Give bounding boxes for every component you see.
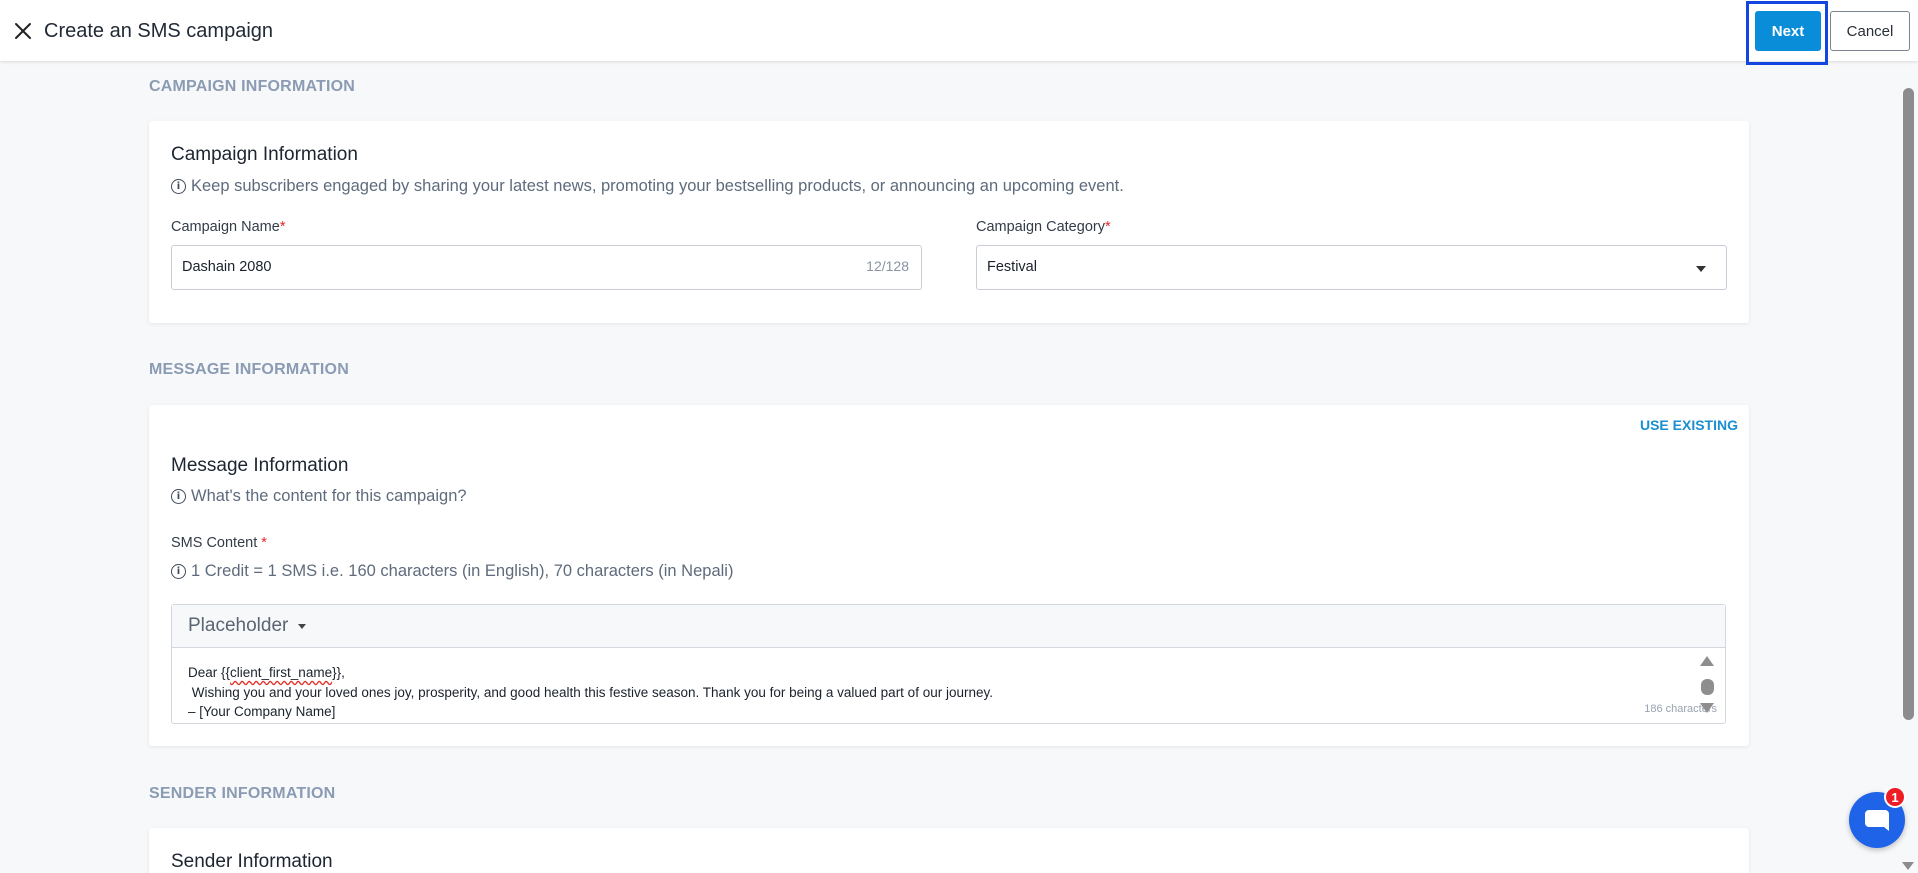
placeholder-dropdown-label: Placeholder bbox=[188, 615, 289, 636]
sms-line-2: Wishing you and your loved ones joy, pro… bbox=[188, 684, 993, 700]
campaign-name-counter: 12/128 bbox=[866, 258, 909, 274]
top-bar: Create an SMS campaign Next Cancel bbox=[0, 0, 1918, 65]
info-icon: i bbox=[171, 489, 186, 504]
message-info-card: USE EXISTING Message Information i What'… bbox=[149, 405, 1749, 746]
card-title: Message Information bbox=[171, 455, 349, 476]
cancel-button[interactable]: Cancel bbox=[1830, 11, 1910, 51]
credit-note: i 1 Credit = 1 SMS i.e. 160 characters (… bbox=[171, 562, 733, 581]
campaign-name-value: Dashain 2080 bbox=[182, 259, 272, 275]
scroll-down-icon[interactable] bbox=[1902, 862, 1914, 870]
campaign-name-input[interactable]: Dashain 2080 12/128 bbox=[171, 245, 922, 290]
sms-content-label: SMS Content * bbox=[171, 535, 267, 551]
required-mark: * bbox=[1104, 219, 1111, 235]
sms-scrollbar-thumb[interactable] bbox=[1701, 679, 1714, 695]
sms-content-textarea[interactable]: Dear {{client_first_name}}, Wishing you … bbox=[188, 663, 1688, 722]
sms-line-1-prefix: Dear {{ bbox=[188, 665, 231, 680]
card-title: Campaign Information bbox=[171, 144, 358, 165]
required-mark: * bbox=[261, 535, 267, 551]
page-scrollbar-thumb[interactable] bbox=[1903, 88, 1914, 720]
info-icon: i bbox=[171, 179, 186, 194]
page-title: Create an SMS campaign bbox=[44, 20, 274, 42]
next-button[interactable]: Next bbox=[1755, 11, 1821, 51]
use-existing-link[interactable]: USE EXISTING bbox=[1640, 417, 1738, 433]
section-label-campaign: CAMPAIGN INFORMATION bbox=[149, 78, 356, 95]
campaign-name-label: Campaign Name* bbox=[171, 219, 285, 235]
card-subtitle: i What's the content for this campaign? bbox=[171, 487, 467, 506]
info-icon: i bbox=[171, 564, 186, 579]
section-label-sender: SENDER INFORMATION bbox=[149, 785, 336, 802]
caret-down-icon bbox=[298, 623, 307, 629]
required-mark: * bbox=[279, 219, 286, 235]
card-subtitle-text: What's the content for this campaign? bbox=[191, 487, 467, 505]
section-label-message: MESSAGE INFORMATION bbox=[149, 361, 349, 378]
sender-info-card: Sender Information bbox=[149, 828, 1749, 873]
notification-badge: 1 bbox=[1884, 786, 1906, 808]
sms-content-label-text: SMS Content bbox=[171, 535, 258, 551]
scroll-up-icon[interactable] bbox=[1700, 656, 1714, 666]
close-icon[interactable] bbox=[10, 18, 36, 44]
chat-icon bbox=[1865, 810, 1889, 831]
sms-line-1-suffix: }}, bbox=[332, 665, 345, 680]
card-subtitle-text: Keep subscribers engaged by sharing your… bbox=[191, 177, 1124, 195]
campaign-category-label: Campaign Category* bbox=[976, 219, 1111, 235]
campaign-name-label-text: Campaign Name bbox=[171, 219, 280, 235]
caret-down-icon bbox=[1696, 266, 1706, 272]
card-title: Sender Information bbox=[171, 851, 333, 872]
card-subtitle: i Keep subscribers engaged by sharing yo… bbox=[171, 177, 1124, 196]
sms-placeholder-token: client_first_name bbox=[230, 665, 333, 680]
placeholder-dropdown[interactable]: Placeholder bbox=[188, 615, 307, 637]
scroll-down-icon[interactable] bbox=[1700, 703, 1714, 713]
sms-line-1: Dear {{client_first_name}}, bbox=[188, 663, 1688, 683]
campaign-category-label-text: Campaign Category bbox=[976, 219, 1105, 235]
sms-editor: Placeholder Dear {{client_first_name}}, … bbox=[171, 604, 1726, 724]
credit-note-text: 1 Credit = 1 SMS i.e. 160 characters (in… bbox=[191, 562, 734, 580]
campaign-category-select[interactable]: Festival bbox=[976, 245, 1727, 290]
sms-line-3: – [Your Company Name] bbox=[188, 704, 336, 719]
sms-editor-toolbar: Placeholder bbox=[172, 605, 1725, 648]
campaign-category-value: Festival bbox=[987, 259, 1037, 275]
campaign-info-card: Campaign Information i Keep subscribers … bbox=[149, 121, 1749, 323]
